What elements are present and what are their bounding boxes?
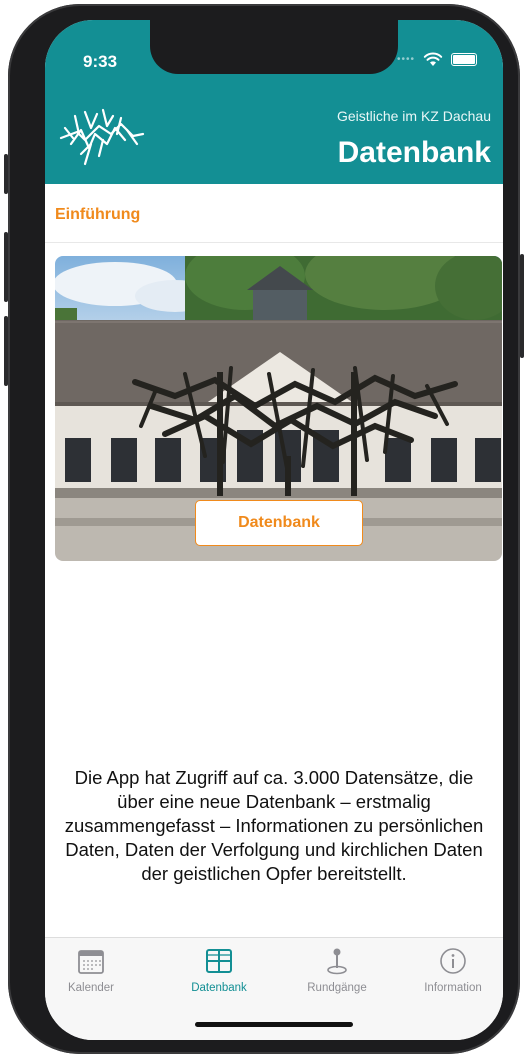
phone-frame: 9:33 •••• Geistliche im KZ Dachau Datenb… — [4, 4, 524, 1054]
map-pin-icon — [327, 948, 347, 975]
calendar-icon — [78, 950, 104, 974]
hero-image[interactable]: Datenbank — [55, 256, 502, 561]
signal-icon: •••• — [396, 54, 415, 65]
page-title: Datenbank — [337, 136, 491, 169]
notch — [150, 20, 398, 74]
datenbank-button[interactable]: Datenbank — [195, 500, 363, 546]
battery-icon — [451, 53, 477, 66]
power-button — [520, 254, 524, 358]
status-icons: •••• — [397, 52, 477, 67]
info-icon — [440, 948, 466, 974]
volume-up-button — [4, 232, 8, 302]
tab-label: Datenbank — [191, 982, 247, 994]
app-screen: 9:33 •••• Geistliche im KZ Dachau Datenb… — [45, 20, 503, 1040]
tab-datenbank[interactable]: Datenbank — [169, 946, 269, 994]
tab-label: Information — [424, 982, 482, 994]
wifi-icon — [423, 52, 443, 66]
tab-kalender[interactable]: Kalender — [45, 946, 141, 994]
tab-rundgaenge[interactable]: Rundgänge — [287, 946, 387, 994]
volume-down-button — [4, 316, 8, 386]
table-icon — [206, 949, 232, 973]
divider — [45, 242, 503, 243]
description-text: Die App hat Zugriff auf ca. 3.000 Datens… — [64, 767, 484, 884]
tab-label: Rundgänge — [307, 982, 367, 994]
section-label: Einführung — [55, 206, 141, 223]
mute-switch — [4, 154, 8, 194]
header-subtitle: Geistliche im KZ Dachau — [336, 108, 491, 124]
status-time: 9:33 — [83, 52, 118, 71]
tab-label: Kalender — [67, 982, 115, 994]
home-indicator[interactable] — [195, 1022, 353, 1027]
tab-information[interactable]: Information — [403, 946, 503, 994]
memorial-sculpture-logo-icon — [59, 108, 145, 166]
